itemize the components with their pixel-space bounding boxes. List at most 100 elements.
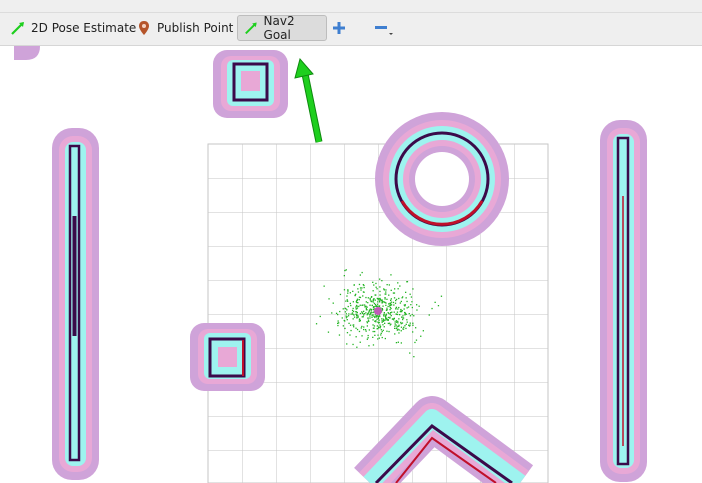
remove-tool-button[interactable]: [371, 18, 397, 38]
particle: [395, 324, 397, 326]
particle: [414, 341, 416, 344]
particle: [352, 324, 354, 326]
particle: [378, 337, 380, 339]
particle: [393, 292, 396, 294]
particle: [411, 301, 413, 303]
particle: [361, 287, 363, 289]
particle: [386, 298, 388, 300]
particle: [380, 332, 382, 334]
particle: [364, 304, 366, 306]
particle: [367, 297, 369, 299]
particle: [385, 304, 387, 306]
particle: [390, 312, 392, 314]
particle: [347, 292, 349, 294]
particle: [337, 313, 339, 316]
particle: [358, 318, 361, 320]
particle: [388, 322, 391, 324]
obstacle-square-left: [190, 323, 265, 391]
particle: [346, 309, 348, 311]
particle: [379, 294, 381, 296]
particle: [393, 317, 395, 319]
add-tool-button[interactable]: [329, 18, 349, 38]
map-viewport[interactable]: [0, 46, 702, 483]
particle: [386, 330, 388, 332]
particle: [395, 320, 397, 322]
particle: [396, 326, 398, 328]
particle: [394, 288, 396, 290]
particle: [402, 318, 404, 321]
particle: [399, 302, 401, 304]
particle: [389, 305, 391, 307]
particle: [383, 312, 385, 314]
particle: [416, 304, 418, 306]
particle: [369, 297, 371, 300]
particle: [367, 302, 369, 304]
particle: [372, 290, 374, 292]
particle: [382, 318, 384, 320]
particle: [356, 307, 359, 309]
particle: [335, 312, 338, 314]
particle: [357, 315, 359, 317]
particle: [395, 313, 397, 315]
particle: [434, 301, 436, 303]
particle: [406, 321, 408, 323]
tool-publish-point[interactable]: Publish Point: [130, 15, 239, 41]
particle: [399, 314, 401, 316]
particle: [387, 305, 389, 308]
particle: [387, 312, 389, 314]
particle: [377, 299, 379, 301]
particle: [383, 289, 385, 291]
particle: [392, 318, 394, 320]
particle: [385, 289, 387, 291]
costmap-canvas[interactable]: [0, 46, 702, 483]
particle: [347, 290, 349, 292]
particle: [403, 308, 405, 310]
particle: [404, 313, 406, 315]
particle: [376, 325, 378, 327]
particle: [359, 304, 361, 306]
particle: [344, 327, 346, 330]
particle: [369, 312, 372, 314]
particle: [365, 307, 367, 310]
particle: [355, 293, 357, 295]
particle: [375, 305, 377, 307]
particle: [418, 305, 420, 307]
particle: [352, 318, 354, 320]
tool-2d-pose-estimate[interactable]: 2D Pose Estimate: [4, 15, 142, 41]
particle: [376, 297, 378, 300]
particle: [361, 271, 363, 274]
particle: [372, 307, 375, 309]
particle: [339, 310, 341, 313]
particle: [372, 344, 375, 346]
particle: [374, 299, 376, 301]
particle: [388, 330, 390, 333]
nav-goal-arrow: [294, 57, 323, 143]
particle: [368, 329, 370, 331]
particle: [344, 320, 346, 322]
particle: [397, 341, 399, 343]
map-pin-icon: [139, 21, 149, 35]
particle: [400, 330, 402, 332]
particle: [415, 339, 418, 341]
particle: [362, 295, 364, 297]
particle: [337, 324, 339, 327]
particle: [359, 319, 361, 322]
particle: [394, 302, 397, 304]
particle: [372, 319, 374, 321]
particle: [362, 284, 364, 286]
particle: [386, 307, 388, 309]
particle: [401, 310, 403, 312]
particle: [400, 321, 402, 324]
particle: [372, 298, 375, 301]
particle: [412, 324, 414, 326]
particle: [367, 317, 369, 319]
particle: [359, 341, 361, 343]
particle: [384, 301, 386, 304]
particle: [368, 311, 370, 313]
obstacle-wall-right: [600, 120, 647, 482]
particle: [352, 343, 354, 346]
particle: [395, 306, 398, 308]
particle: [375, 294, 377, 296]
tool-nav2-goal[interactable]: Nav2 Goal: [237, 14, 327, 42]
particle: [369, 299, 371, 301]
